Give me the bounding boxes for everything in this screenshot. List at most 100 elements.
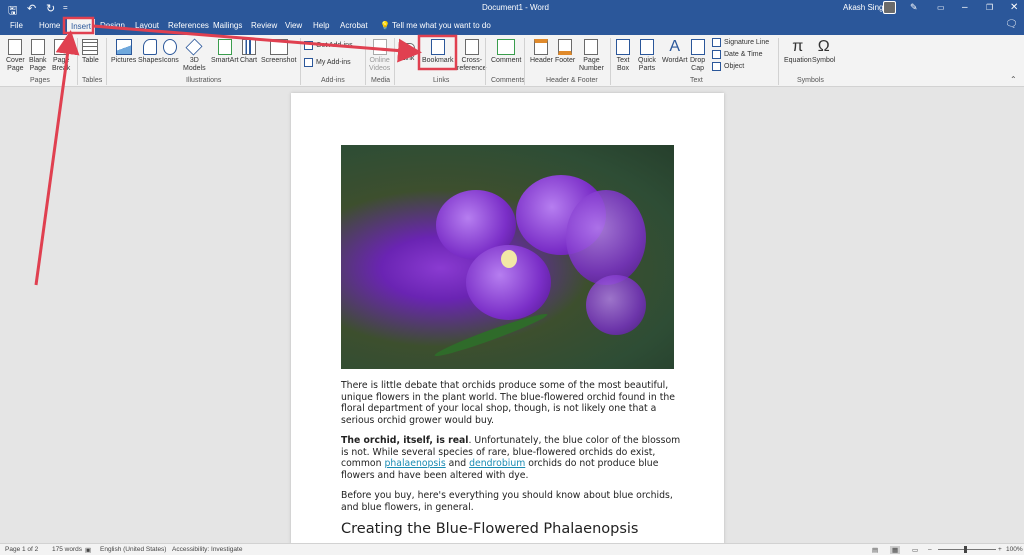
tab-file[interactable]: File [10,21,23,30]
zoom-slider[interactable] [938,549,996,550]
minimize-icon[interactable]: – [962,2,968,13]
object-button[interactable]: Object [712,62,744,71]
tab-help[interactable]: Help [313,21,329,30]
signature-line-button[interactable]: Signature Line [712,38,769,47]
link-button[interactable]: Link [401,39,415,63]
group-label-pages: Pages [30,77,50,84]
customize-toolbar-icon[interactable]: = [63,3,68,12]
tab-acrobat[interactable]: Acrobat [340,21,368,30]
comment-label: Comment [491,57,522,64]
word-count[interactable]: 175 words [52,546,82,553]
online-videos-button[interactable]: Online Videos [369,39,390,73]
divider [365,38,366,85]
link-label: Link [401,55,415,62]
blank-page-button[interactable]: Blank Page [29,39,47,73]
equation-button[interactable]: π Equation [784,37,812,65]
page-break-button[interactable]: Page Break [52,39,70,73]
orchid-image[interactable] [341,145,674,369]
blank-page-icon [30,39,45,55]
omega-icon: Ω [817,38,830,55]
smartart-button[interactable]: SmartArt [211,39,239,65]
equation-label: Equation [784,57,812,64]
print-layout-icon[interactable]: ▦ [890,546,901,554]
pi-icon: π [792,38,804,55]
zoom-out-icon[interactable]: – [928,546,932,553]
proofing-icon[interactable]: ▣ [85,546,91,554]
tab-insert[interactable]: Insert [67,19,96,35]
tab-view[interactable]: View [285,21,302,30]
status-bar: Page 1 of 2 175 words ▣ English (United … [0,543,1024,555]
bookmark-button[interactable]: Bookmark [422,39,454,65]
page-count[interactable]: Page 1 of 2 [5,546,38,553]
undo-icon[interactable]: ↶ [27,2,36,15]
symbol-label: Symbol [812,57,836,64]
orchid-petal [566,190,646,285]
comment-button[interactable]: Comment [491,39,521,65]
user-name[interactable]: Akash Singh [843,3,888,12]
pictures-button[interactable]: Pictures [111,39,136,65]
comments-icon[interactable]: 🗨 [1005,19,1018,30]
orchid-leaf [432,309,550,361]
tab-review[interactable]: Review [251,21,277,30]
quick-parts-button[interactable]: Quick Parts [638,39,656,73]
my-addins-button[interactable]: My Add-ins [304,58,351,67]
shapes-button[interactable]: Shapes [138,39,162,65]
text-box-button[interactable]: Text Box [616,39,630,73]
quick-parts-label: Quick Parts [638,57,656,72]
group-label-media: Media [371,77,391,84]
get-addins-button[interactable]: Get Add-ins [304,41,353,50]
footer-button[interactable]: Footer [555,39,575,65]
icons-button[interactable]: Icons [162,39,179,65]
tab-design[interactable]: Design [100,21,125,30]
text-box-label: Text Box [616,57,630,72]
bold-text: The orchid, itself, is real [341,435,469,446]
my-addins-label: My Add-ins [316,59,351,66]
collapse-ribbon-icon[interactable]: ⌃ [1010,75,1017,84]
camera-icon [269,39,288,55]
wordart-icon: A [669,38,681,55]
screenshot-button[interactable]: Screenshot [261,39,296,65]
pen-icon[interactable]: ✎ [910,2,918,13]
zoom-level[interactable]: 100% [1006,546,1023,553]
ribbon-display-icon[interactable]: ▭ [937,3,945,12]
smartart-label: SmartArt [211,57,239,64]
header-label: Header [530,57,553,64]
table-button[interactable]: Table [82,39,99,65]
zoom-in-icon[interactable]: + [998,546,1002,553]
symbol-button[interactable]: Ω Symbol [812,37,835,65]
orchid-petal [586,275,646,335]
ribbon: Cover Page Blank Page Page Break Pages T… [0,35,1024,87]
tab-layout[interactable]: Layout [135,21,159,30]
footer-label: Footer [555,57,576,64]
tab-mailings[interactable]: Mailings [213,21,242,30]
tab-home[interactable]: Home [39,21,60,30]
drop-cap-button[interactable]: Drop Cap [690,39,705,73]
chart-button[interactable]: Chart [240,39,257,65]
get-addins-label: Get Add-ins [316,42,353,49]
link-dendrobium[interactable]: dendrobium [469,458,525,469]
restore-icon[interactable]: ❐ [986,3,993,12]
date-time-button[interactable]: Date & Time [712,50,763,59]
tell-me-search[interactable]: 💡 Tell me what you want to do [380,21,491,30]
link-phalaenopsis[interactable]: phalaenopsis [384,458,445,469]
3d-models-button[interactable]: 3D Models [183,38,206,73]
wordart-button[interactable]: A WordArt [662,39,688,65]
redo-icon[interactable]: ↻ [46,2,55,15]
cover-page-button[interactable]: Cover Page [6,39,25,73]
tell-me-text: Tell me what you want to do [392,21,491,30]
accessibility-status[interactable]: Accessibility: Investigate [172,546,242,553]
zoom-slider-thumb[interactable] [964,546,967,553]
text-box-icon [616,39,630,55]
web-layout-icon[interactable]: ▭ [912,546,918,554]
avatar[interactable] [883,1,896,14]
page-number-button[interactable]: Page Number [579,39,604,73]
cross-reference-button[interactable]: Cross- reference [457,39,487,73]
divider [485,38,486,85]
bookmark-label: Bookmark [422,57,454,64]
header-button[interactable]: Header [530,39,553,65]
read-mode-icon[interactable]: ▤ [872,546,878,554]
close-icon[interactable]: ✕ [1010,2,1018,13]
3d-models-label: 3D Models [183,57,206,72]
tab-references[interactable]: References [168,21,209,30]
language-status[interactable]: English (United States) [100,546,166,553]
